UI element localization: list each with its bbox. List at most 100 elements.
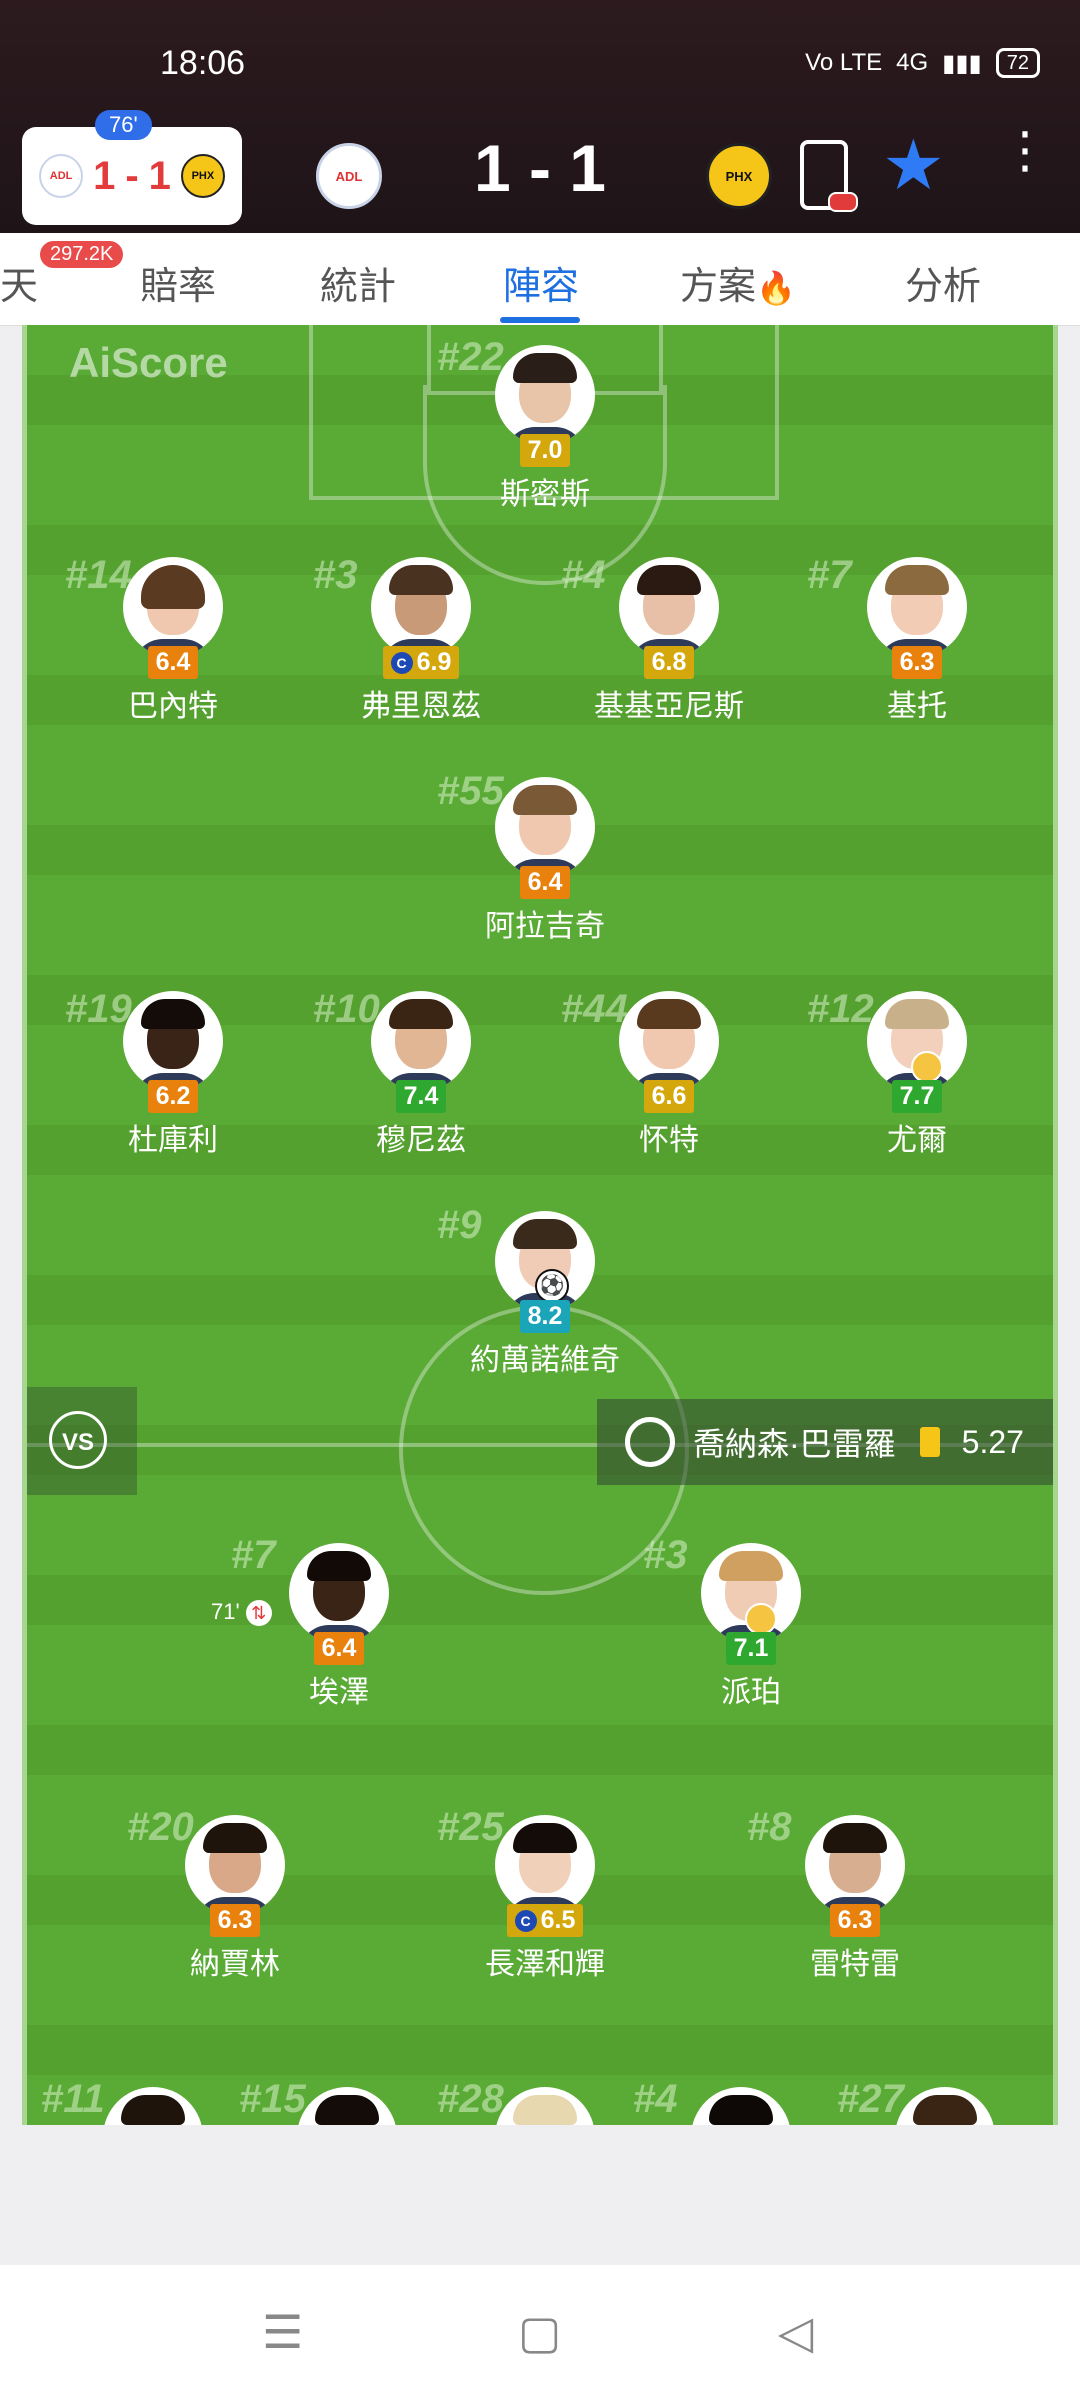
player-avatar [297,2087,397,2125]
player-rating: 6.3 [891,646,943,679]
player-rating-value: 6.5 [540,1906,576,1934]
player-name: 弗里恩茲 [361,690,481,723]
player-card[interactable]: 7.7 尤爾 [827,991,1007,1159]
player-card[interactable] [855,2087,1035,2125]
tab-odds[interactable]: 賠率 [140,255,216,310]
fire-icon: 🔥 [756,270,796,306]
pitch-stripe [27,2025,1053,2075]
away-team-badge-icon[interactable]: PHX [706,143,772,209]
player-avatar: ⚽ [495,1211,595,1311]
player-card[interactable]: 6.8 基基亞尼斯 [579,557,759,725]
player-avatar [103,2087,203,2125]
vs-toggle[interactable]: VS [27,1387,137,1495]
player-card[interactable] [651,2087,831,2125]
player-card[interactable]: 6.3 納賈林 [145,1815,325,1983]
captain-icon: C [514,1910,537,1933]
player-rating: C 6.5 [506,1904,584,1937]
player-rating: 7.7 [891,1080,943,1113]
system-navigation-bar: ☰ ▢ ◁ [0,2265,1080,2400]
player-card[interactable]: 7.0 斯密斯 [455,345,635,513]
player-card[interactable]: 6.4 巴內特 [83,557,263,725]
player-avatar [123,557,223,657]
player-card[interactable]: 6.3 基托 [827,557,1007,725]
player-card[interactable] [455,2087,635,2125]
player-name: 阿拉吉奇 [485,910,605,943]
player-rating: 7.1 [725,1632,777,1665]
player-avatar [867,557,967,657]
tab-lineup[interactable]: 陣容 [503,255,579,310]
player-card[interactable]: 7.1 派珀 [661,1543,841,1711]
volte-indicator: Vo LTE [805,49,883,76]
mini-scoreboard[interactable]: ADL 1 - 1 PHX [22,127,242,225]
player-card[interactable]: 6.2 杜庫利 [83,991,263,1159]
yellow-card-icon [919,1427,940,1457]
player-name: 基基亞尼斯 [594,690,744,723]
tab-analysis[interactable]: 分析 [905,255,981,310]
more-vertical-icon[interactable]: ⋮ [1000,125,1050,175]
status-time: 18:06 [160,44,246,82]
tab-stats[interactable]: 統計 [320,255,396,310]
player-card[interactable]: C 6.9 弗里恩茲 [331,557,511,725]
status-icons: Vo LTE 4G ▮▮▮ 72 [805,48,1040,78]
phone-toggle-icon[interactable] [800,140,858,212]
player-avatar [805,1815,905,1915]
mini-score-separator: - [125,153,139,198]
player-rating: 6.3 [209,1904,261,1937]
referee-name: 喬納森·巴雷羅 [693,1426,896,1462]
player-card[interactable]: 7.4 穆尼茲 [331,991,511,1159]
player-name: 基托 [887,690,947,723]
active-tab-indicator [500,317,580,323]
lineup-pitch: AiScore #22 7.0 斯密斯 #14 6.4 巴內特 #3 C 6.9 … [22,325,1058,2125]
player-rating: 6.4 [147,646,199,679]
mini-home-score: 1 [93,153,116,198]
goal-ball-icon: ⚽ [535,1269,569,1303]
player-rating: 7.4 [395,1080,447,1113]
player-avatar [495,345,595,445]
home-square-icon[interactable]: ▢ [518,2305,561,2359]
tab-plans-label: 方案 [680,266,757,308]
player-rating: 6.2 [147,1080,199,1113]
tab-plans[interactable]: 方案🔥 [680,255,796,310]
player-avatar [619,557,719,657]
signal-icon: ▮▮▮ [942,49,982,77]
menu-icon[interactable]: ☰ [262,2305,303,2359]
referee-info[interactable]: 喬納森·巴雷羅 5.27 [597,1399,1053,1485]
referee-yellow-avg: 5.27 [961,1423,1024,1460]
player-rating: 6.6 [643,1080,695,1113]
player-name: 派珀 [721,1676,781,1709]
home-team-badge-icon[interactable]: ADL [316,143,382,209]
vs-icon: VS [49,1411,107,1469]
chat-count-badge: 297.2K [40,241,124,268]
player-avatar [895,2087,995,2125]
player-avatar [123,991,223,1091]
player-rating: 8.2 [519,1300,571,1333]
player-card[interactable]: 6.4 埃澤 [249,1543,429,1711]
player-rating: C 6.9 [382,646,460,679]
player-rating: 6.4 [313,1632,365,1665]
player-card[interactable]: 6.4 阿拉吉奇 [455,777,635,945]
player-avatar [185,1815,285,1915]
player-card[interactable]: ⚽ 8.2 約萬諾維奇 [455,1211,635,1379]
player-card[interactable]: C 6.5 長澤和輝 [455,1815,635,1983]
tab-chat[interactable]: 天 [0,255,38,310]
player-name: 納賈林 [190,1948,280,1981]
player-card[interactable] [257,2087,437,2125]
boot-award-icon [911,1051,943,1083]
captain-icon: C [390,652,413,675]
player-avatar [691,2087,791,2125]
star-icon[interactable]: ★ [882,130,945,200]
match-minute-badge: 76' [95,110,152,140]
player-card[interactable] [63,2087,243,2125]
boot-award-icon [745,1603,777,1635]
player-card[interactable]: 6.3 雷特雷 [765,1815,945,1983]
player-card[interactable]: 6.6 怀特 [579,991,759,1159]
player-name: 約萬諾維奇 [470,1344,620,1377]
battery-icon: 72 [995,48,1040,78]
player-avatar [371,991,471,1091]
player-rating: 6.3 [829,1904,881,1937]
match-score: 1 - 1 [473,131,607,205]
player-name: 巴內特 [128,690,218,723]
player-rating: 6.8 [643,646,695,679]
back-triangle-icon[interactable]: ◁ [778,2305,813,2359]
player-rating: 6.4 [519,866,571,899]
